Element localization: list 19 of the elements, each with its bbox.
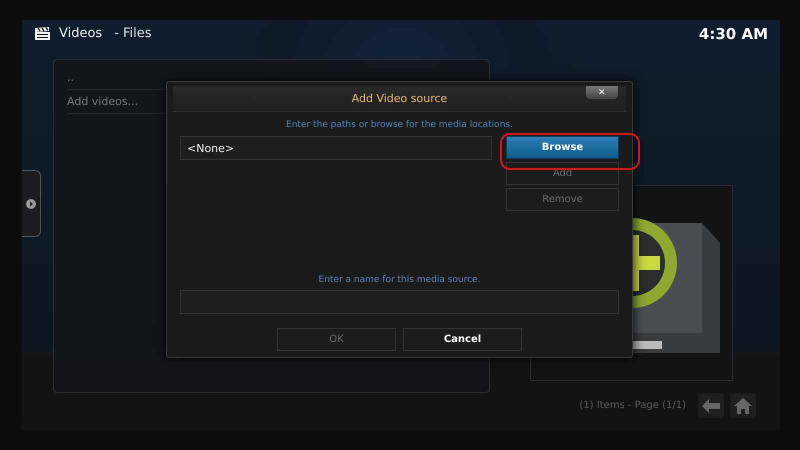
arrow-right-icon <box>26 198 36 208</box>
name-field[interactable] <box>180 290 619 314</box>
clock: 4:30 AM <box>698 24 768 42</box>
name-hint: Enter a name for this media source. <box>318 275 482 285</box>
cancel-button[interactable]: Cancel <box>403 328 522 351</box>
browse-button[interactable]: Browse <box>506 136 619 159</box>
dialog-title: Add Video source <box>352 92 448 105</box>
window-subtitle: - Files <box>114 26 152 41</box>
clapperboard-icon <box>34 26 51 40</box>
back-arrow-icon <box>702 398 720 412</box>
path-field[interactable]: <None> <box>180 136 492 160</box>
items-status: (1) Items - Page (1/1) <box>579 400 686 411</box>
paths-hint: Enter the paths or browse for the media locations. <box>285 120 514 130</box>
back-button[interactable] <box>698 393 724 418</box>
home-icon <box>734 398 752 414</box>
window-title: Videos <box>59 26 102 41</box>
home-button[interactable] <box>730 393 756 418</box>
close-button[interactable]: ✕ <box>586 86 618 99</box>
side-menu-tab[interactable] <box>22 170 41 237</box>
